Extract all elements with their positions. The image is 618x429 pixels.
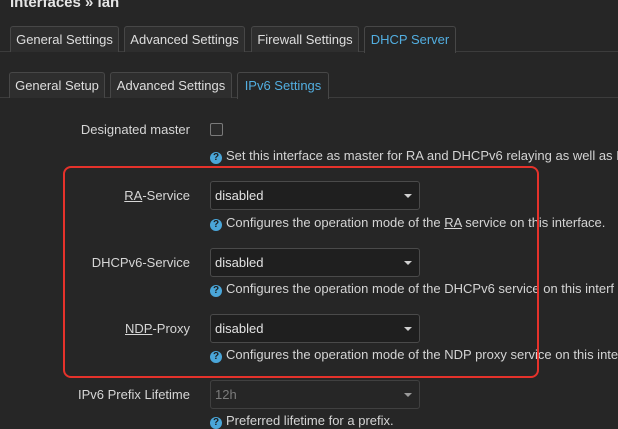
subtab-general-setup[interactable]: General Setup <box>9 72 105 98</box>
question-circle-icon: ? <box>210 219 222 231</box>
ra-service-label-rest: -Service <box>142 188 190 203</box>
question-circle-icon: ? <box>210 285 222 297</box>
sub-tab-bar: General Setup Advanced Settings IPv6 Set… <box>0 72 618 99</box>
ndp-proxy-value: disabled <box>215 321 264 336</box>
caret-down-icon <box>404 194 412 198</box>
ipv6-prefix-lifetime-label: IPv6 Prefix Lifetime <box>78 387 190 402</box>
ra-service-value: disabled <box>215 188 264 203</box>
ndp-proxy-select[interactable]: disabled <box>210 314 420 343</box>
ipv6-prefix-lifetime-value: 12h <box>215 387 237 402</box>
ipv6-settings-page: Interfaces » lan General Settings Advanc… <box>0 0 618 429</box>
ra-service-label: RA-Service <box>124 188 190 203</box>
question-circle-icon: ? <box>210 152 222 164</box>
designated-master-checkbox[interactable] <box>210 123 223 136</box>
designated-master-label: Designated master <box>80 122 190 137</box>
ipv6-prefix-lifetime-select[interactable]: 12h <box>210 380 420 409</box>
ndp-proxy-label-rest: -Proxy <box>152 321 190 336</box>
ra-abbr: RA <box>124 188 143 203</box>
dhcpv6-service-value: disabled <box>215 255 264 270</box>
dhcpv6-service-help: ? Configures the operation mode of the DH… <box>210 281 614 297</box>
page-title: Interfaces » lan <box>10 0 120 11</box>
ra-service-help: ? Configures the operation mode of the RA… <box>210 215 605 231</box>
caret-down-icon <box>404 261 412 265</box>
top-tab-bar: General Settings Advanced Settings Firew… <box>0 26 618 53</box>
ndp-abbr: NDP <box>124 321 153 336</box>
question-circle-icon: ? <box>210 417 222 429</box>
ndp-proxy-help: ? Configures the operation mode of the ND… <box>210 347 618 363</box>
designated-master-help: ? Set this interface as master for RA and… <box>210 148 618 164</box>
caret-down-icon <box>404 327 412 331</box>
ndp-proxy-help-text: Configures the operation mode of the NDP… <box>226 347 618 362</box>
caret-down-icon <box>404 393 412 397</box>
question-circle-icon: ? <box>210 351 222 363</box>
dhcpv6-service-select[interactable]: disabled <box>210 248 420 277</box>
dhcpv6-service-label: DHCPv6-Service <box>91 255 190 270</box>
ipv6-prefix-lifetime-help: ? Preferred lifetime for a prefix. <box>210 413 394 429</box>
tab-general-settings[interactable]: General Settings <box>10 26 119 52</box>
subtab-advanced-settings[interactable]: Advanced Settings <box>110 72 232 98</box>
ra-help-abbr: RA <box>444 215 462 230</box>
tab-dhcp-server[interactable]: DHCP Server <box>364 26 456 53</box>
dhcpv6-help-text: Configures the operation mode of the DHC… <box>226 281 615 296</box>
tab-advanced-settings[interactable]: Advanced Settings <box>124 26 245 52</box>
ipv6-prefix-lifetime-help-text: Preferred lifetime for a prefix. <box>226 413 394 428</box>
ra-help-text-b: service on this interface. <box>461 215 606 230</box>
ra-help-text-a: Configures the operation mode of the <box>226 215 445 230</box>
subtab-ipv6-settings[interactable]: IPv6 Settings <box>237 72 329 99</box>
ra-service-select[interactable]: disabled <box>210 181 420 210</box>
tab-firewall-settings[interactable]: Firewall Settings <box>251 26 359 52</box>
ndp-proxy-label: NDP-Proxy <box>125 321 190 336</box>
designated-master-help-text: Set this interface as master for RA and … <box>226 148 618 163</box>
